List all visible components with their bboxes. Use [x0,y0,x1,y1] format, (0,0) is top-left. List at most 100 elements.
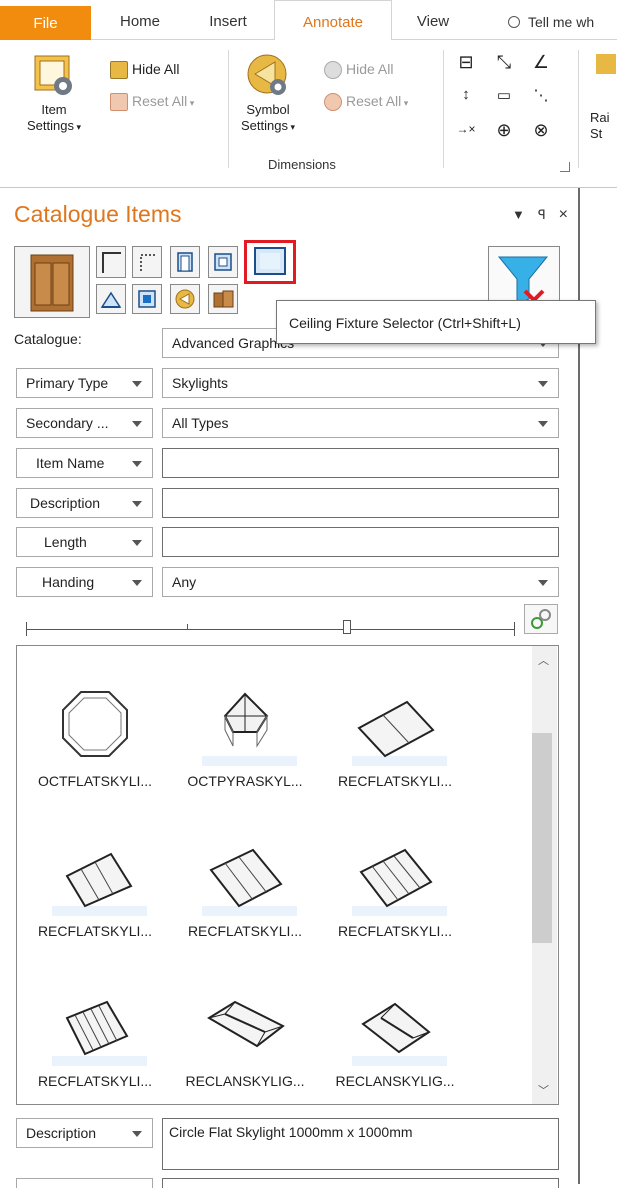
dotted-corner-selector-button[interactable] [132,246,162,278]
door-selector-button[interactable] [170,246,200,278]
filter-label-primary-type[interactable]: Primary Type [16,368,153,398]
dimension-vertical-icon[interactable]: ↕ [455,86,477,103]
catalogue-item-name: RECFLATSKYLI... [37,923,153,939]
scroll-up-icon[interactable]: ︿ [538,652,549,668]
catalogue-item[interactable]: RECFLATSKYLI... [320,660,470,810]
hide-all-label: Hide All [132,61,180,77]
ribbon: Item Settings ▾ Hide All Reset All ▾ Sym… [0,40,617,188]
tab-annotate[interactable]: Annotate [274,0,392,41]
close-icon[interactable]: × [559,206,568,223]
rectangle-flat-skylight-icon [209,848,283,908]
description-input[interactable] [162,488,559,518]
dimension-wall-icon[interactable]: ⊟ [455,52,477,73]
filter-label-text: Handing [42,574,95,590]
filter-label-length[interactable]: Length [16,527,153,557]
primary-type-dropdown[interactable]: Skylights [162,368,559,398]
catalogue-item[interactable]: RECFLATSKYLI... [170,810,320,960]
catalogue-item[interactable]: RECFLATSKYLI... [20,810,170,960]
tab-file[interactable]: File [0,6,91,40]
rectangle-flat-skylight-icon [65,1000,129,1056]
rail-style-label-2: St [590,126,603,141]
dimension-box-icon[interactable]: ▭ [493,86,515,104]
item-settings-button[interactable]: Item Settings ▾ [14,52,94,135]
item-settings-icon [31,52,77,98]
filter-label-handing[interactable]: Handing [16,567,153,597]
catalogue-item[interactable]: RECLANSKYLIG... [320,960,470,1110]
filter-label-secondary-type[interactable]: Secondary ... [16,408,153,438]
catalogue-item[interactable]: RECFLATSKYLI... [320,810,470,960]
filter-label-description[interactable]: Description [16,488,153,518]
chevron-down-icon [538,580,548,586]
rail-style-button[interactable]: Rai St [590,110,610,142]
filter-label-bottom-description[interactable]: Description [16,1118,153,1148]
dialog-launcher-icon[interactable] [560,162,570,172]
cabinet-icon [30,254,74,312]
panel-menu-icon[interactable]: ▼ [512,207,525,222]
filter-label-item-name[interactable]: Item Name [16,448,153,478]
chevron-down-icon [132,461,142,467]
catalogue-item[interactable]: RECLANSKYLIG... [170,960,320,1110]
item-name-input[interactable] [162,448,559,478]
dimension-arrow-icon[interactable]: →× [455,122,477,136]
tell-me-search[interactable]: Tell me wh [508,0,594,40]
reset-all-items-button[interactable]: Reset All ▾ [110,90,194,112]
slider-tick [187,624,188,630]
chevron-down-icon [132,421,142,427]
dimension-diagonal-icon[interactable]: ⤡ [493,52,515,73]
furniture-selector-button[interactable] [208,284,238,314]
slider-tick [26,622,27,636]
catalogue-item-name: OCTPYRASKYL... [187,773,303,789]
ceiling-fixture-selector-button[interactable] [244,240,296,284]
view-settings-button[interactable] [524,604,558,634]
tab-view[interactable]: View [404,0,462,40]
item-description-textarea[interactable]: Circle Flat Skylight 1000mm x 1000mm [162,1118,559,1170]
catalogue-item[interactable]: OCTPYRASKYL... [170,660,320,810]
door-icon [177,252,193,272]
symbol-settings-label-2: Settings [240,118,288,133]
hide-all-items-button[interactable]: Hide All [110,58,179,80]
dimension-point-icon[interactable]: ⊕ [493,120,515,141]
dimension-angle-icon[interactable]: ∠ [530,52,552,73]
window-selector-button[interactable] [208,246,238,278]
chevron-down-icon [132,501,142,507]
rail-style-label-1: Rai [590,110,610,125]
panel-selector-button[interactable] [132,284,162,314]
dimension-dotted-icon[interactable]: ⋱ [530,86,552,104]
filter-label-text: Primary Type [26,375,109,391]
chevron-down-icon [132,580,142,586]
secondary-type-dropdown[interactable]: All Types [162,408,559,438]
size-slider-track[interactable] [26,629,514,630]
scroll-down-icon[interactable]: ﹀ [538,1082,549,1098]
length-input[interactable] [162,527,559,557]
slider-thumb[interactable] [343,620,351,634]
catalogue-item[interactable]: OCTFLATSKYLI... [20,660,170,810]
dimension-target-icon[interactable]: ⊗ [530,120,552,141]
ribbon-tab-bar: File Home Insert Annotate View Tell me w… [0,0,617,41]
appliance-selector-button[interactable] [96,284,126,314]
tab-home[interactable]: Home [110,0,170,40]
hide-all-symbols-label: Hide All [346,61,394,77]
filter-value: Any [172,574,197,590]
pyramid-skylight-icon [223,692,269,748]
reset-all-label: Reset All [132,93,188,109]
tab-insert[interactable]: Insert [196,0,260,40]
corner-selector-button[interactable] [96,246,126,278]
pin-icon[interactable]: ꟼ [538,207,546,222]
ribbon-separator [578,50,579,168]
filter-value: All Types [172,415,229,431]
reset-all-symbols-button[interactable]: Reset All ▾ [324,90,408,112]
corner-icon [102,252,121,273]
catalogue-item[interactable]: RECFLATSKYLI... [20,960,170,1110]
hide-all-symbols-button[interactable]: Hide All [324,58,393,80]
chevron-down-icon [132,381,142,387]
link-settings-icon [531,609,551,629]
ceiling-fixture-icon [254,247,286,275]
reset-all-symbols-label: Reset All [346,93,402,109]
handing-dropdown[interactable]: Any [162,567,559,597]
tell-me-label: Tell me wh [528,14,595,30]
symbol-selector-button[interactable] [170,284,200,314]
cabinet-selector-button[interactable] [14,246,90,318]
next-field [162,1178,559,1188]
symbol-settings-button[interactable]: Symbol Settings ▾ [228,52,308,135]
scrollbar-thumb[interactable] [532,733,552,943]
